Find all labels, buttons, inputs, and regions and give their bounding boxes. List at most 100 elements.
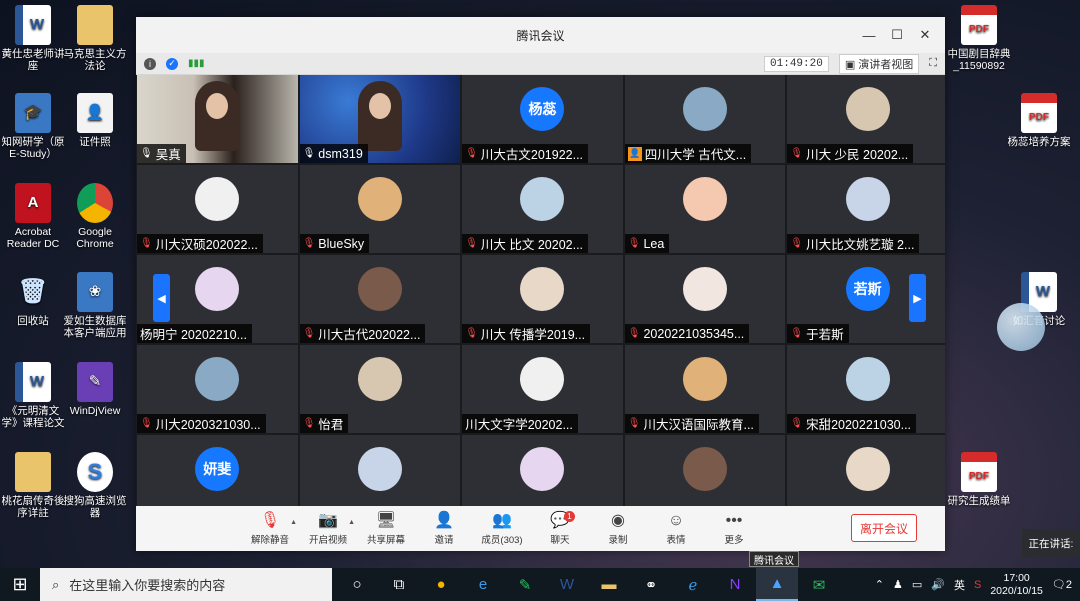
participant-tile[interactable]: 🎙 川大 传播学2019...	[462, 255, 623, 343]
desktop-icon[interactable]: 🎓 知网研学（原E-Study）	[0, 93, 66, 160]
desktop-icon[interactable]: W 黄仕忠老师讲座	[0, 5, 66, 72]
speaker-view-button[interactable]: ▣ 演讲者视图	[838, 53, 920, 74]
volume-icon[interactable]: 🔊	[931, 578, 945, 591]
desktop-icon[interactable]: PDF 研究生成绩单	[946, 452, 1012, 507]
desktop-icon-label: Google Chrome	[76, 226, 114, 250]
participant-tile[interactable]: 🎙 川大比文姚艺璇 2...	[787, 165, 945, 253]
fullscreen-icon[interactable]: ⛶	[929, 57, 937, 70]
participant-avatar	[683, 177, 728, 221]
next-page-arrow-icon[interactable]: ▶	[909, 274, 926, 322]
window-titlebar[interactable]: 腾讯会议 — ☐ ✕	[136, 17, 945, 53]
participant-tile[interactable]: 🎙 川大2020321030...	[137, 345, 298, 433]
participant-tile[interactable]: 🎙 川大汉语国际教育...	[624, 345, 786, 433]
participant-tile[interactable]: 🎙 dsm319	[299, 75, 461, 163]
meeting-timer: 01:49:20	[764, 55, 829, 72]
participant-tile[interactable]	[624, 435, 786, 506]
invite-icon: 👤	[434, 511, 454, 529]
evernote-taskbar-icon[interactable]: ✎	[504, 568, 546, 601]
screen-share-icon: 👤	[627, 146, 642, 161]
onenote-taskbar-icon[interactable]: N	[714, 568, 756, 601]
chevron-up-icon[interactable]: ▲	[290, 519, 297, 526]
desktop-icon[interactable]: PDF 中国剧目辞典_11590892	[946, 5, 1012, 72]
members-button[interactable]: 👥 成员(303)	[473, 509, 531, 549]
ime-indicator[interactable]: 英	[954, 577, 965, 593]
cortana-circle-icon[interactable]: ○	[336, 568, 378, 601]
invite-button[interactable]: 👤 邀请	[415, 509, 473, 549]
desktop-icon[interactable]: 桃花扇传奇後序详註	[0, 452, 66, 519]
participant-tile[interactable]	[462, 435, 623, 506]
participant-tile[interactable]: 川大文字学20202...	[462, 345, 623, 433]
participant-name: 杨明宁 20202210...	[140, 328, 248, 342]
participant-tile[interactable]: 🎙 BlueSky	[299, 165, 461, 253]
participant-tile[interactable]: 🎙 川大 比文 20202...	[462, 165, 623, 253]
desktop-icon[interactable]: 马克思主义方法论	[62, 5, 128, 72]
more-button[interactable]: ••• 更多	[705, 509, 763, 549]
participant-avatar	[195, 177, 240, 221]
file-explorer-icon[interactable]: ▬	[588, 568, 630, 601]
unmute-button[interactable]: 🎙 解除静音 ▲	[241, 509, 299, 549]
reactions-button[interactable]: ☺ 表情	[647, 509, 705, 549]
chevron-up-icon[interactable]: ▲	[348, 519, 355, 526]
minimize-icon[interactable]: —	[855, 17, 883, 53]
start-video-button[interactable]: 📷 开启视频 ▲	[299, 509, 357, 549]
share-screen-icon: 🖥	[375, 511, 397, 529]
desktop-icon[interactable]: A Acrobat Reader DC	[0, 183, 66, 250]
ie-taskbar-icon[interactable]: ℯ	[672, 568, 714, 601]
maximize-icon[interactable]: ☐	[883, 17, 911, 53]
participant-tile[interactable]	[299, 435, 461, 506]
participant-tile[interactable]: 🎙 怡君	[299, 345, 461, 433]
share-screen-button[interactable]: 🖥 共享屏幕	[357, 509, 415, 549]
participant-tile[interactable]: 妍斐	[137, 435, 298, 506]
task-view-icon[interactable]: ⧉	[378, 568, 420, 601]
signal-icon[interactable]: ▮▮▮	[188, 58, 205, 69]
participant-tile[interactable]: 🎙 Lea	[624, 165, 786, 253]
participant-avatar	[683, 87, 728, 131]
record-button[interactable]: ◉ 录制	[589, 509, 647, 549]
participant-avatar	[520, 267, 565, 311]
tray-app-icon[interactable]: ♟	[893, 578, 903, 591]
desktop-icon-label: 搜狗高速浏览器	[63, 495, 127, 519]
edge-taskbar-icon[interactable]: e	[462, 568, 504, 601]
participant-tile[interactable]: 👤 四川大学 古代文...	[624, 75, 786, 163]
word-taskbar-icon[interactable]: W	[546, 568, 588, 601]
desktop-icon[interactable]: 🗑 回收站	[0, 272, 66, 328]
desktop-icon[interactable]: Google Chrome	[62, 183, 128, 250]
desktop-icon[interactable]: W 《元明清文学》课程论文	[0, 362, 66, 429]
desktop-icon[interactable]: ❀ 爱如生数据库 本客户端应用	[62, 272, 128, 339]
participant-tile[interactable]: 🎙 2020221035345...	[624, 255, 786, 343]
leave-meeting-button[interactable]: 离开会议	[851, 514, 917, 542]
wechat-taskbar-icon[interactable]: ✉	[798, 568, 840, 601]
desktop-icon[interactable]: PDF 杨蕊培养方案	[1006, 93, 1072, 148]
tencent-meeting-taskbar-icon[interactable]: ▲	[756, 568, 798, 601]
participant-tile[interactable]: 🎙 川大 少民 20202...	[787, 75, 945, 163]
participant-namebar: 🎙 川大汉语国际教育...	[624, 414, 759, 433]
participant-tile[interactable]: 杨蕊 🎙 川大古文201922...	[462, 75, 623, 163]
security-shield-icon[interactable]: ✓	[166, 57, 178, 70]
taskbar-clock[interactable]: 17:00 2020/10/15	[990, 572, 1043, 598]
desktop-icon[interactable]: S 搜狗高速浏览器	[62, 452, 128, 519]
taskbar-search-box[interactable]: ⌕ 在这里输入你要搜索的内容	[40, 568, 332, 601]
mic-icon: 🎙	[302, 148, 316, 159]
participant-tile[interactable]: 🎙 宋甜2020221030...	[787, 345, 945, 433]
mic-muted-icon: 🎙	[302, 238, 316, 249]
prev-page-arrow-icon[interactable]: ◀	[153, 274, 170, 322]
participant-tile[interactable]: 🎙 川大古代202022...	[299, 255, 461, 343]
close-icon[interactable]: ✕	[911, 17, 939, 53]
chat-button[interactable]: 💬 聊天 1	[531, 509, 589, 549]
tray-expand-icon[interactable]: ⌃	[875, 578, 884, 591]
notification-icon[interactable]: 🗨2	[1052, 578, 1072, 591]
windows-start-icon[interactable]: ⊞	[0, 568, 40, 601]
participant-tile[interactable]	[787, 435, 945, 506]
desktop-icon[interactable]: 👤 证件照	[62, 93, 128, 148]
network-icon[interactable]: ▭	[912, 578, 922, 591]
info-icon[interactable]: i	[144, 57, 156, 70]
sogou-ime-icon[interactable]: S	[974, 579, 981, 591]
participant-tile[interactable]: 🎙 川大汉硕202022...	[137, 165, 298, 253]
more-label: 更多	[724, 534, 744, 546]
record-label: 录制	[608, 534, 628, 546]
desktop-icon[interactable]: ✎ WinDjView	[62, 362, 128, 417]
chrome-taskbar-icon[interactable]: ●	[420, 568, 462, 601]
participant-name: 川大 少民 20202...	[806, 148, 909, 162]
network-app-icon[interactable]: ⚭	[630, 568, 672, 601]
participant-tile[interactable]: 🎙 吴真	[137, 75, 298, 163]
